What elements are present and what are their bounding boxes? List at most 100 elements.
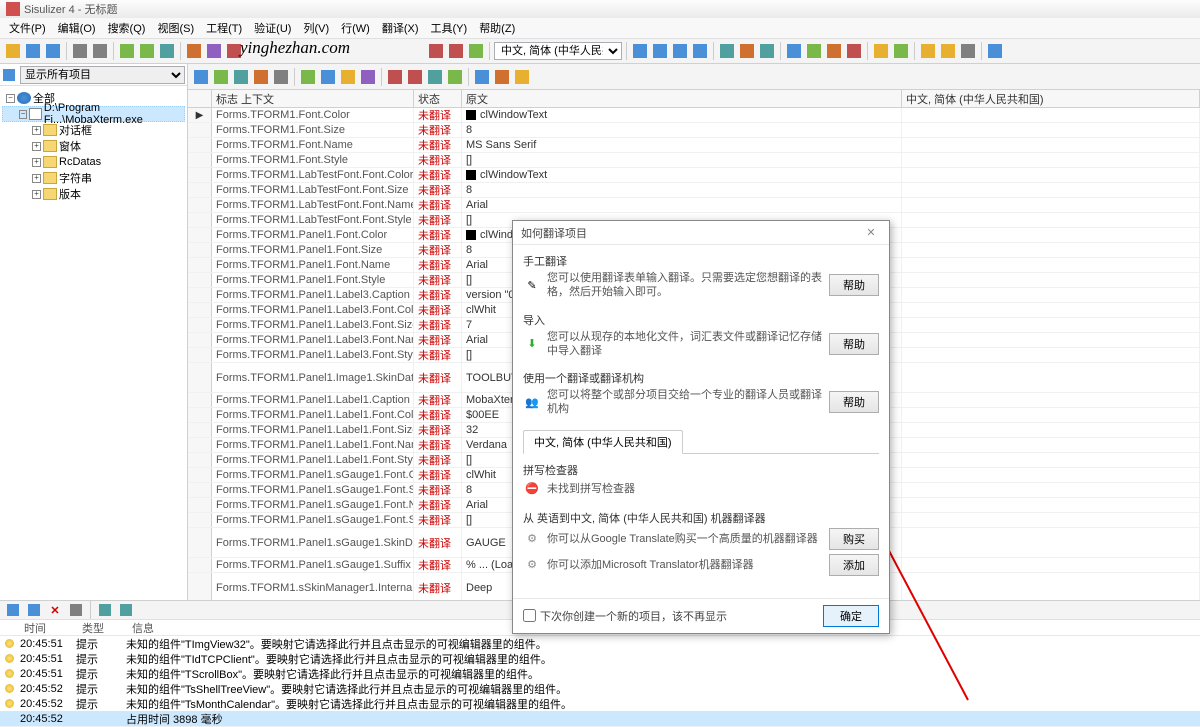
tb-view3[interactable] [671, 42, 689, 60]
gt-b14[interactable] [473, 68, 491, 86]
dialog-close-icon[interactable]: ✕ [861, 226, 881, 239]
log-clear[interactable]: ✕ [46, 601, 64, 619]
cell-translation[interactable] [902, 393, 1200, 407]
sidebar-filter-icon[interactable] [0, 66, 18, 84]
tb-view4[interactable] [691, 42, 709, 60]
cell-translation[interactable] [902, 408, 1200, 422]
log-row[interactable]: 20:45:52占用时间 3898 毫秒 [0, 711, 1200, 726]
tb-help2[interactable] [939, 42, 957, 60]
log-copy[interactable] [4, 601, 22, 619]
add-button[interactable]: 添加 [829, 554, 879, 576]
log-b1[interactable] [96, 601, 114, 619]
tb-find[interactable] [118, 42, 136, 60]
log-save[interactable] [25, 601, 43, 619]
cell-translation[interactable] [902, 363, 1200, 392]
gt-b9[interactable] [359, 68, 377, 86]
grid-row[interactable]: ▶Forms.TFORM1.Font.Color未翻译clWindowText [188, 108, 1200, 123]
tree-node[interactable]: +窗体 [2, 138, 185, 154]
tb-view2[interactable] [651, 42, 669, 60]
tb-redo[interactable] [91, 42, 109, 60]
tree-toggle-icon[interactable]: − [6, 94, 15, 103]
tb-export4[interactable] [845, 42, 863, 60]
menu-item[interactable]: 工程(T) [201, 19, 247, 37]
cell-translation[interactable] [902, 183, 1200, 197]
tb-export3[interactable] [825, 42, 843, 60]
tree-node[interactable]: +版本 [2, 186, 185, 202]
tree-toggle-icon[interactable]: + [32, 142, 41, 151]
cell-translation[interactable] [902, 318, 1200, 332]
tb-undo[interactable] [71, 42, 89, 60]
tree-node[interactable]: +RcDatas [2, 154, 185, 170]
menu-item[interactable]: 搜索(Q) [103, 19, 151, 37]
tb-opt2[interactable] [892, 42, 910, 60]
cell-translation[interactable] [902, 228, 1200, 242]
dialog-language-tab[interactable]: 中文, 简体 (中华人民共和国) [523, 429, 879, 454]
gt-b6[interactable] [299, 68, 317, 86]
cell-translation[interactable] [902, 168, 1200, 182]
gt-b15[interactable] [493, 68, 511, 86]
gt-b4[interactable] [252, 68, 270, 86]
tb-spell[interactable] [427, 42, 445, 60]
cell-translation[interactable] [902, 273, 1200, 287]
gt-b13[interactable] [446, 68, 464, 86]
cell-translation[interactable] [902, 513, 1200, 527]
cell-translation[interactable] [902, 498, 1200, 512]
gt-b1[interactable] [192, 68, 210, 86]
tree-toggle-icon[interactable]: + [32, 190, 41, 199]
gt-b12[interactable] [426, 68, 444, 86]
tree-toggle-icon[interactable]: + [32, 174, 41, 183]
gt-b2[interactable] [212, 68, 230, 86]
tb-export2[interactable] [805, 42, 823, 60]
grid-row[interactable]: Forms.TFORM1.Font.Name未翻译MS Sans Serif [188, 138, 1200, 153]
tb-refresh[interactable] [158, 42, 176, 60]
log-b2[interactable] [117, 601, 135, 619]
grid-row[interactable]: Forms.TFORM1.LabTestFont.Font.Color未翻译cl… [188, 168, 1200, 183]
cell-translation[interactable] [902, 528, 1200, 557]
menu-item[interactable]: 工具(Y) [426, 19, 473, 37]
grid-header-status[interactable]: 状态 [414, 90, 462, 107]
log-row[interactable]: 20:45:51提示未知的组件"TImgView32"。要映射它请选择此行并且点… [0, 636, 1200, 651]
cell-translation[interactable] [902, 108, 1200, 122]
tb-tool2[interactable] [738, 42, 756, 60]
cell-translation[interactable] [902, 123, 1200, 137]
cell-translation[interactable] [902, 198, 1200, 212]
tb-find-next[interactable] [138, 42, 156, 60]
tb-spell2[interactable] [447, 42, 465, 60]
gt-b5[interactable] [272, 68, 290, 86]
menu-item[interactable]: 帮助(Z) [474, 19, 520, 37]
tree-toggle-icon[interactable]: + [32, 158, 41, 167]
log-body[interactable]: 20:45:51提示未知的组件"TImgView32"。要映射它请选择此行并且点… [0, 636, 1200, 726]
tb-export1[interactable] [785, 42, 803, 60]
tb-new[interactable] [4, 42, 22, 60]
tree-toggle-icon[interactable]: + [32, 126, 41, 135]
menu-item[interactable]: 行(W) [336, 19, 375, 37]
cell-translation[interactable] [902, 243, 1200, 257]
cell-translation[interactable] [902, 558, 1200, 572]
dialog-titlebar[interactable]: 如何翻译项目 ✕ [513, 221, 889, 245]
cell-translation[interactable] [902, 138, 1200, 152]
menu-item[interactable]: 翻译(X) [377, 19, 424, 37]
cell-translation[interactable] [902, 153, 1200, 167]
help-button-2[interactable]: 帮助 [829, 333, 879, 355]
cell-translation[interactable] [902, 483, 1200, 497]
cell-translation[interactable] [902, 468, 1200, 482]
grid-header-orig[interactable]: 原文 [462, 90, 902, 107]
gt-b11[interactable] [406, 68, 424, 86]
dont-show-input[interactable] [523, 609, 536, 622]
log-row[interactable]: 20:45:52提示未知的组件"TsShellTreeView"。要映射它请选择… [0, 681, 1200, 696]
tb-view1[interactable] [631, 42, 649, 60]
tb-scan[interactable] [205, 42, 223, 60]
cell-translation[interactable] [902, 453, 1200, 467]
tree-toggle-icon[interactable]: − [19, 110, 27, 119]
gt-b10[interactable] [386, 68, 404, 86]
tb-open[interactable] [24, 42, 42, 60]
grid-header-trans[interactable]: 中文, 简体 (中华人民共和国) [902, 90, 1200, 107]
log-row[interactable]: 20:45:51提示未知的组件"TIdTCPClient"。要映射它请选择此行并… [0, 651, 1200, 666]
tb-opt1[interactable] [872, 42, 890, 60]
cell-translation[interactable] [902, 573, 1200, 600]
tb-help3[interactable] [959, 42, 977, 60]
ok-button[interactable]: 确定 [823, 605, 879, 627]
sidebar-filter-combo[interactable]: 显示所有项目 [20, 66, 185, 84]
main-toolbar[interactable]: 中文, 简体 (中华人民共和国 [0, 38, 1200, 64]
language-combo[interactable]: 中文, 简体 (中华人民共和国 [494, 42, 622, 60]
